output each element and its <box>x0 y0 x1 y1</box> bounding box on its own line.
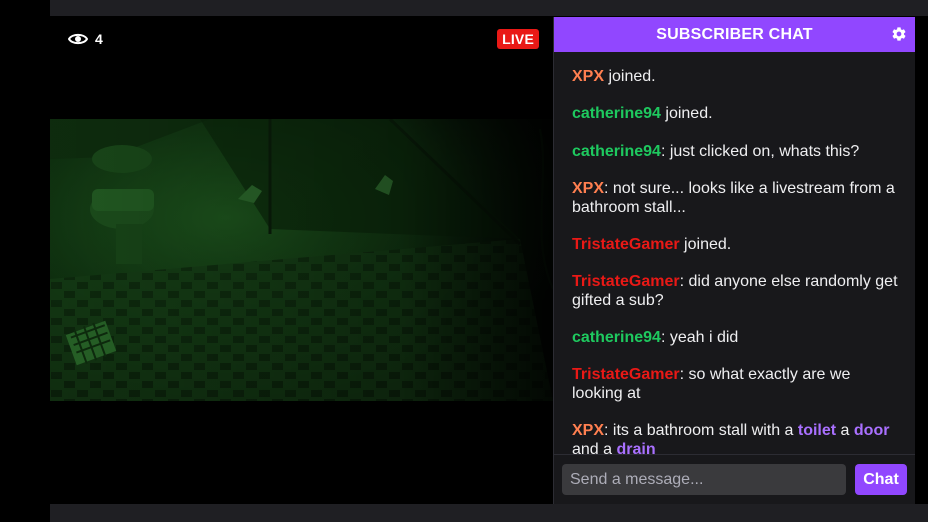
chat-message-text: : just clicked on, whats this? <box>660 143 860 160</box>
chat-message: XPX: not sure... looks like a livestream… <box>572 179 902 217</box>
eye-icon <box>68 33 88 45</box>
chat-message-text: joined. <box>679 236 732 253</box>
viewer-count: 4 <box>68 31 103 47</box>
chat-message-text: joined. <box>660 105 713 122</box>
keyword-drain: drain <box>616 441 656 454</box>
chat-message-text: : not sure... looks like a livestream fr… <box>572 180 895 216</box>
chat-message: catherine94 joined. <box>572 104 902 123</box>
keyword-toilet: toilet <box>797 422 837 439</box>
chat-header: SUBSCRIBER CHAT <box>554 17 915 52</box>
chat-message: XPX joined. <box>572 67 902 86</box>
chat-username[interactable]: XPX <box>572 422 604 439</box>
chat-message: XPX: its a bathroom stall with a toilet … <box>572 421 902 454</box>
chat-input-row: Chat <box>554 454 915 505</box>
bathroom-stall-image <box>50 119 553 401</box>
bottom-bar <box>50 504 928 522</box>
chat-username[interactable]: TristateGamer <box>572 236 680 253</box>
chat-username[interactable]: catherine94 <box>572 105 661 122</box>
chat-message: catherine94: yeah i did <box>572 328 902 347</box>
chat-username[interactable]: catherine94 <box>572 329 661 346</box>
keyword-door: door <box>853 422 890 439</box>
chat-message-text: joined. <box>604 68 656 85</box>
chat-message-text: : yeah i did <box>660 329 739 346</box>
chat-send-button[interactable]: Chat <box>855 464 907 495</box>
viewer-count-number: 4 <box>95 31 103 47</box>
chat-username[interactable]: XPX <box>572 180 604 197</box>
chat-username[interactable]: TristateGamer <box>572 366 680 383</box>
chat-message: catherine94: just clicked on, whats this… <box>572 142 902 161</box>
chat-message: TristateGamer: did anyone else randomly … <box>572 272 902 310</box>
live-badge: LIVE <box>497 29 539 49</box>
chat-message-text: and a <box>572 441 617 454</box>
subscriber-chat: SUBSCRIBER CHAT XPX joined. catherine94 … <box>553 17 915 504</box>
chat-messages[interactable]: XPX joined. catherine94 joined. catherin… <box>554 52 915 454</box>
video-player[interactable]: 4 LIVE <box>50 17 553 504</box>
top-bar <box>50 0 928 16</box>
chat-message-text: a <box>836 422 854 439</box>
chat-username[interactable]: XPX <box>572 68 604 85</box>
gear-icon[interactable] <box>891 26 907 42</box>
chat-title: SUBSCRIBER CHAT <box>656 25 813 43</box>
chat-message-text: : its a bathroom stall with a <box>604 422 798 439</box>
chat-message-input[interactable] <box>562 464 846 495</box>
chat-username[interactable]: TristateGamer <box>572 273 680 290</box>
chat-message: TristateGamer: so what exactly are we lo… <box>572 365 902 403</box>
chat-username[interactable]: catherine94 <box>572 143 661 160</box>
chat-message: TristateGamer joined. <box>572 235 902 254</box>
night-vision-feed <box>50 119 553 401</box>
